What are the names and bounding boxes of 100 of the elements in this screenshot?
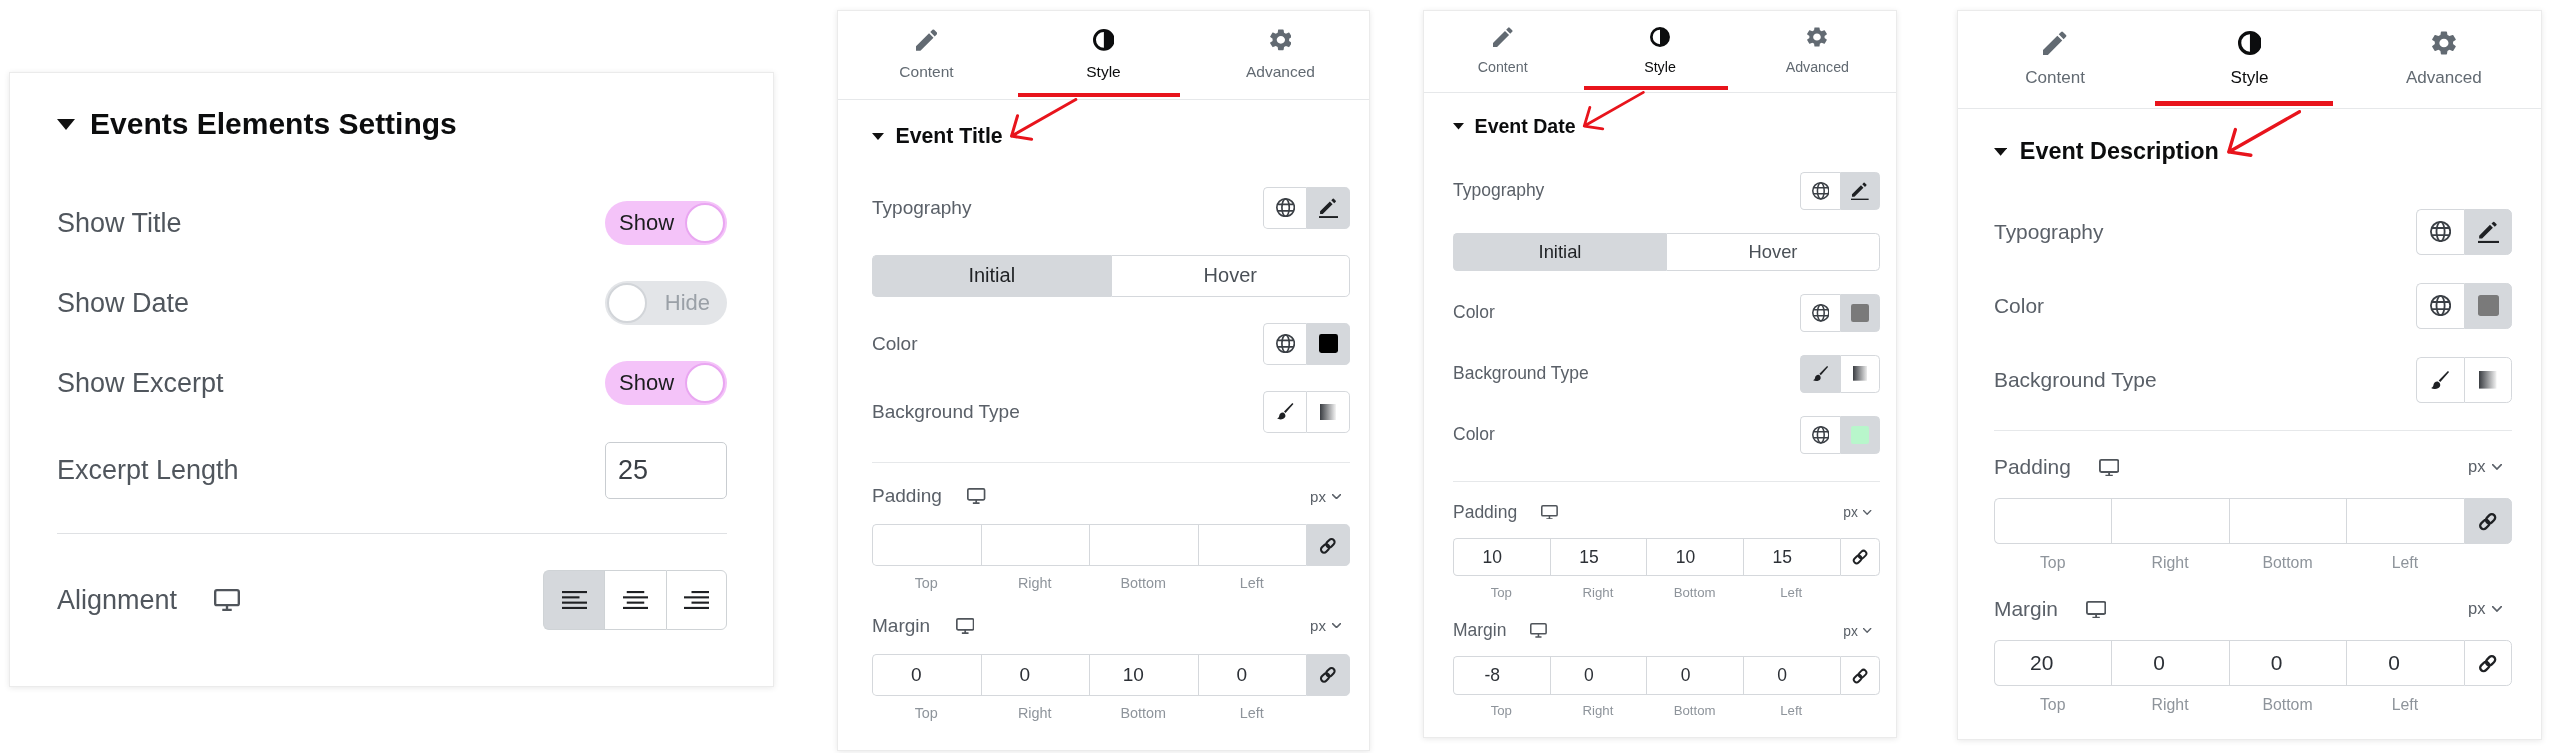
caret-down-icon[interactable] (57, 118, 75, 130)
swatch-button[interactable] (1840, 293, 1880, 333)
number-field[interactable]: 25 (605, 441, 727, 499)
dimension-field[interactable]: 0 (1742, 656, 1840, 696)
link-button[interactable] (1839, 537, 1880, 577)
pencil-button[interactable] (1840, 171, 1880, 211)
dimension-field[interactable]: 15 (1549, 537, 1647, 577)
dimension-field[interactable] (1089, 524, 1198, 567)
globe-button[interactable] (2416, 208, 2465, 256)
caret-down-icon[interactable] (872, 133, 884, 141)
dimension-field[interactable] (980, 524, 1089, 567)
dimension-field[interactable]: 0 (980, 653, 1089, 696)
panel-tab[interactable]: Advanced (1192, 11, 1369, 99)
panel-tab[interactable]: Content (1958, 11, 2153, 108)
monitor-icon[interactable] (1529, 623, 1547, 639)
brush-button[interactable] (1262, 390, 1307, 433)
pencil-icon (1851, 181, 1869, 200)
caret-down-icon[interactable] (1994, 148, 2008, 156)
globe-button[interactable] (1262, 186, 1307, 229)
unit-dropdown[interactable]: px (1843, 622, 1872, 639)
dimension-field[interactable]: 20 (1994, 640, 2112, 687)
brush-button[interactable] (2416, 356, 2465, 403)
panel-tab[interactable]: Style (2152, 11, 2347, 108)
link-button[interactable] (1306, 653, 1350, 696)
unit-dropdown[interactable]: px (2468, 599, 2503, 620)
brush-button[interactable] (1800, 354, 1841, 394)
state-tab[interactable]: Initial (1453, 232, 1666, 272)
dimension-field[interactable] (2228, 498, 2347, 545)
dimension-field[interactable]: 0 (1549, 656, 1647, 696)
monitor-icon[interactable] (955, 617, 975, 634)
panel-tab[interactable]: Content (838, 11, 1015, 99)
unit-dropdown[interactable]: px (2468, 457, 2503, 478)
monitor-icon[interactable] (2086, 600, 2107, 619)
dimension-field[interactable]: 10 (1089, 653, 1198, 696)
link-icon (1851, 667, 1868, 684)
dimension-field[interactable]: 10 (1453, 537, 1550, 577)
dimension-field[interactable] (2346, 498, 2464, 545)
control-label: Padding (1994, 455, 2071, 480)
caret-down-icon[interactable] (1453, 123, 1464, 130)
align-right-button[interactable] (665, 570, 727, 630)
dimension-field[interactable]: -8 (1453, 656, 1550, 696)
dimension-field[interactable]: 0 (2346, 640, 2464, 687)
state-tab[interactable]: Initial (872, 254, 1111, 297)
globe-button[interactable] (1800, 293, 1841, 333)
link-button[interactable] (2463, 498, 2512, 545)
panel-tab[interactable]: Style (1581, 11, 1739, 92)
globe-icon (1275, 197, 1295, 218)
align-left-icon (561, 591, 587, 609)
state-tab[interactable]: Hover (1110, 254, 1350, 297)
link-button[interactable] (1839, 656, 1880, 696)
link-button[interactable] (2463, 640, 2512, 687)
monitor-icon[interactable] (214, 589, 241, 611)
dimension-field[interactable] (2111, 498, 2229, 545)
panel-tab[interactable]: Style (1015, 11, 1192, 99)
chevron-down-icon (1863, 509, 1872, 515)
dimension-field[interactable]: 10 (1646, 537, 1743, 577)
field-caption: Top (2038, 696, 2067, 715)
unit-dropdown[interactable]: px (1843, 504, 1872, 521)
globe-button[interactable] (1262, 322, 1307, 365)
globe-button[interactable] (2416, 282, 2465, 330)
gradient-button[interactable] (2464, 356, 2512, 403)
dimension-field[interactable] (1994, 498, 2112, 545)
setting-label: Show Excerpt (57, 367, 224, 399)
panel-tab[interactable]: Advanced (1738, 11, 1896, 92)
contrast-icon (2237, 30, 2262, 55)
monitor-icon[interactable] (1540, 504, 1558, 520)
link-button[interactable] (1306, 524, 1350, 567)
dimension-field[interactable] (872, 524, 981, 567)
field-caption: Top (913, 575, 939, 592)
unit-dropdown[interactable]: px (1310, 487, 1341, 505)
align-center-button[interactable] (604, 570, 666, 630)
toggle-switch[interactable]: Show (605, 361, 727, 405)
pencil-button[interactable] (1306, 186, 1350, 229)
monitor-icon[interactable] (967, 488, 986, 505)
section-title: Event Title (895, 124, 1003, 150)
pencil-button[interactable] (2464, 208, 2512, 256)
gear-icon (2431, 30, 2456, 55)
control-label: Typography (1453, 180, 1545, 202)
dimension-field[interactable]: 0 (2228, 640, 2347, 687)
swatch-button[interactable] (1306, 322, 1350, 365)
dimension-field[interactable]: 0 (2111, 640, 2229, 687)
contrast-icon (1092, 28, 1115, 51)
panel-tab[interactable]: Advanced (2346, 11, 2541, 108)
gradient-icon (1852, 366, 1868, 382)
panel-tab[interactable]: Content (1424, 11, 1582, 92)
globe-button[interactable] (1800, 415, 1841, 455)
monitor-icon[interactable] (2099, 458, 2120, 477)
toggle-switch[interactable]: Show (605, 201, 727, 245)
dimension-field[interactable]: 0 (872, 653, 981, 696)
globe-button[interactable] (1800, 171, 1841, 211)
dimension-field[interactable]: 0 (1646, 656, 1743, 696)
gradient-button[interactable] (1306, 390, 1350, 433)
align-left-button[interactable] (543, 570, 605, 630)
chevron-down-icon (1331, 493, 1341, 500)
swatch-button[interactable] (1840, 415, 1880, 455)
swatch-button[interactable] (2464, 282, 2512, 330)
dimension-field[interactable]: 15 (1742, 537, 1840, 577)
gradient-button[interactable] (1840, 354, 1880, 394)
state-tab[interactable]: Hover (1666, 232, 1880, 272)
unit-dropdown[interactable]: px (1310, 617, 1341, 635)
